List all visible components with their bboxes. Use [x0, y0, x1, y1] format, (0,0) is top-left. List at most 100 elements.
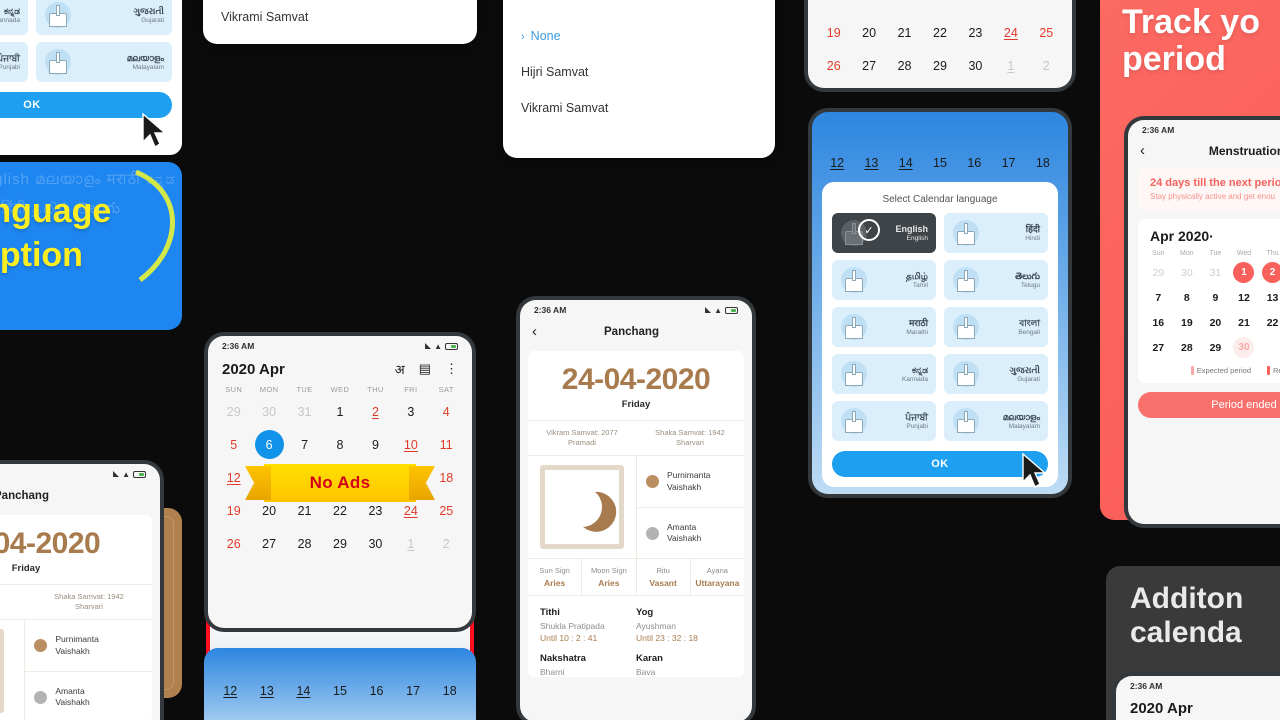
language-card-gujarati[interactable]: ગુજરાતી Gujarati — [36, 0, 172, 35]
period-ended-button[interactable]: Period ended — [1138, 392, 1280, 418]
calendar-day[interactable]: 16 — [358, 674, 395, 707]
language-card-gujarati[interactable]: ગુજરાતી Gujarati — [944, 354, 1048, 394]
language-card-kannada[interactable]: ಕನ್ನಡKannada — [0, 0, 28, 35]
period-day[interactable]: 19 — [1173, 310, 1202, 335]
ok-button-fragment[interactable]: OK — [0, 92, 172, 118]
menstruation-month[interactable]: Apr 2020· — [1138, 228, 1280, 250]
calendar-day[interactable]: 2 — [358, 395, 393, 428]
period-day[interactable]: 29 — [1201, 335, 1230, 360]
calendar-day[interactable]: 30 — [358, 527, 393, 560]
calendar-day[interactable]: 27 — [851, 49, 886, 82]
language-card-hindi[interactable]: हिंदी Hindi — [944, 213, 1048, 253]
calendar-day[interactable]: 15 — [923, 146, 957, 179]
day-grid[interactable]: 2930311256789121314151619202122232627282… — [1138, 260, 1280, 360]
language-card-english[interactable]: English English ✓ — [832, 213, 936, 253]
list-item-hijri[interactable]: Hijri Samvat — [503, 54, 775, 90]
calendar-day[interactable]: 14 — [285, 674, 322, 707]
calendar-day[interactable]: 12 — [216, 461, 251, 494]
period-day[interactable]: 30 — [1230, 335, 1259, 360]
calendar-day[interactable]: 21 — [887, 16, 922, 49]
list-item-none[interactable]: › None — [503, 18, 775, 54]
calendar-day[interactable]: 12 — [820, 146, 854, 179]
language-card-marathi[interactable]: मराठी Marathi — [832, 307, 936, 347]
calendar-day[interactable]: 18 — [431, 674, 468, 707]
calendar-day[interactable]: 23 — [958, 16, 993, 49]
period-day[interactable]: 12 — [1230, 285, 1259, 310]
calendar-day[interactable]: 20 — [851, 16, 886, 49]
period-day[interactable]: 22 — [1258, 310, 1280, 335]
calendar-day[interactable]: 22 — [922, 16, 957, 49]
calendar-day[interactable]: 13 — [854, 146, 888, 179]
calendar-day[interactable]: 8 — [322, 428, 357, 461]
calendar-day[interactable]: 14 — [889, 146, 923, 179]
language-card-malayalam[interactable]: മലയാളം Malayalam — [36, 42, 172, 82]
period-day[interactable]: 13 — [1258, 285, 1280, 310]
calendar-day[interactable]: 28 — [887, 49, 922, 82]
calendar-day[interactable]: 26 — [216, 527, 251, 560]
period-day[interactable]: 29 — [1144, 260, 1173, 285]
period-day[interactable]: 9 — [1201, 285, 1230, 310]
language-card-punjabi[interactable]: ਪੰਜਾਬੀ Punjabi — [0, 42, 28, 82]
ok-button[interactable]: OK — [832, 451, 1048, 477]
calendar-day[interactable]: 17 — [991, 146, 1025, 179]
language-script-icon[interactable]: अ — [395, 360, 405, 378]
calendar-day[interactable]: 9 — [358, 428, 393, 461]
period-day[interactable]: 20 — [1201, 310, 1230, 335]
calendar-day[interactable]: 13 — [249, 674, 286, 707]
period-day[interactable]: 2 — [1258, 260, 1280, 285]
calendar-day[interactable]: 16 — [957, 146, 991, 179]
calendar-day[interactable]: 1 — [993, 49, 1028, 82]
calendar-day[interactable]: 30 — [958, 49, 993, 82]
language-native-name: తెలుగు — [1015, 271, 1040, 282]
period-day[interactable]: 27 — [1144, 335, 1173, 360]
language-grid[interactable]: English English ✓ हिंदी Hindi தமிழ் Tamil తెలుగ… — [832, 213, 1048, 441]
language-card-punjabi[interactable]: ਪੰਜਾਬੀ Punjabi — [832, 401, 936, 441]
language-card-kannada[interactable]: ಕನ್ನಡKannada — [832, 354, 936, 394]
calendar-day[interactable]: 30 — [251, 395, 286, 428]
calendar-day[interactable]: 29 — [216, 395, 251, 428]
list-item[interactable]: Vikrami Samvat — [203, 0, 477, 35]
calendar-day[interactable]: 19 — [816, 16, 851, 49]
calendar-month-title[interactable]: 2020 Apr — [222, 361, 381, 378]
language-card-malayalam[interactable]: മലയാളം Malayalam — [944, 401, 1048, 441]
calendar-day[interactable]: 5 — [216, 428, 251, 461]
calendar-day[interactable]: 11 — [429, 428, 464, 461]
calendar-day[interactable]: 12 — [212, 674, 249, 707]
period-day[interactable]: 1 — [1230, 260, 1259, 285]
calendar-day[interactable]: 24 — [993, 16, 1028, 49]
calendar-day[interactable]: 18 — [429, 461, 464, 494]
calendar-day[interactable]: 28 — [287, 527, 322, 560]
period-day[interactable]: 8 — [1173, 285, 1202, 310]
calendar-day[interactable]: 2 — [1029, 49, 1064, 82]
calendar-day[interactable]: 27 — [251, 527, 286, 560]
period-day[interactable]: 30 — [1173, 260, 1202, 285]
calendar-icon[interactable]: ▤ — [419, 361, 431, 377]
calendar-day[interactable]: 10 — [393, 428, 428, 461]
calendar-day[interactable]: 25 — [1029, 16, 1064, 49]
signal-icon — [425, 343, 432, 349]
overflow-menu-icon[interactable]: ⋮ — [445, 361, 458, 377]
calendar-day[interactable]: 3 — [393, 395, 428, 428]
calendar-day[interactable]: 4 — [429, 395, 464, 428]
period-day[interactable]: 16 — [1144, 310, 1173, 335]
calendar-day[interactable]: 26 — [816, 49, 851, 82]
calendar-day[interactable]: 1 — [393, 527, 428, 560]
calendar-day[interactable]: 15 — [322, 674, 359, 707]
language-card-tamil[interactable]: தமிழ் Tamil — [832, 260, 936, 300]
language-card-telugu[interactable]: తెలుగు Telugu — [944, 260, 1048, 300]
calendar-day[interactable]: 1 — [322, 395, 357, 428]
calendar-day[interactable]: 29 — [922, 49, 957, 82]
calendar-day[interactable]: 7 — [287, 428, 322, 461]
calendar-day[interactable]: 17 — [395, 674, 432, 707]
calendar-day[interactable]: 29 — [322, 527, 357, 560]
period-day[interactable]: 31 — [1201, 260, 1230, 285]
period-day[interactable]: 21 — [1230, 310, 1259, 335]
period-day[interactable]: 7 — [1144, 285, 1173, 310]
calendar-day[interactable]: 31 — [287, 395, 322, 428]
calendar-day[interactable]: 2 — [429, 527, 464, 560]
calendar-day[interactable]: 6 — [251, 428, 286, 461]
list-item-vikrami[interactable]: Vikrami Samvat — [503, 90, 775, 126]
language-card-bengali[interactable]: বাংলা Bengali — [944, 307, 1048, 347]
calendar-day[interactable]: 18 — [1026, 146, 1060, 179]
period-day[interactable]: 28 — [1173, 335, 1202, 360]
